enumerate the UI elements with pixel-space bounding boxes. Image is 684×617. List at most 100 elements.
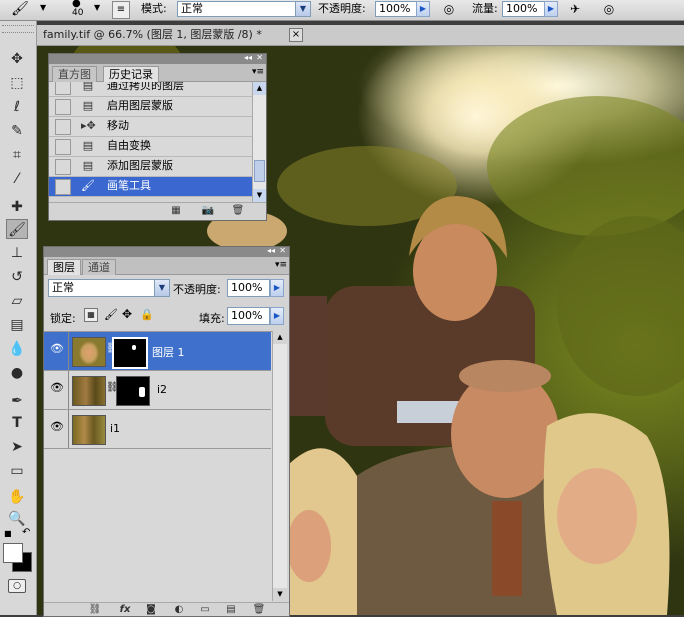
mode-dropdown-icon[interactable]: ▼: [295, 1, 311, 17]
lock-pixels-icon[interactable]: 🖌: [104, 308, 118, 321]
toolbox-grip[interactable]: [2, 25, 34, 33]
snapshot-source-checkbox[interactable]: [55, 82, 71, 95]
lock-transparency-icon[interactable]: ▦: [84, 308, 98, 322]
shape-tool-icon[interactable]: ▭: [6, 461, 28, 481]
clone-stamp-tool-icon[interactable]: ⊥: [6, 243, 28, 263]
history-item[interactable]: ▤ 通过拷贝的图层: [49, 82, 252, 97]
collapse-icon[interactable]: ◂◂: [267, 246, 275, 255]
path-selection-tool-icon[interactable]: ➤: [6, 437, 28, 457]
quick-mask-icon[interactable]: ○: [8, 579, 26, 593]
default-colors-icon[interactable]: ■: [4, 529, 12, 538]
brush-tool-icon[interactable]: 🖌: [6, 219, 28, 239]
healing-brush-tool-icon[interactable]: ✚: [6, 197, 28, 217]
snapshot-source-checkbox[interactable]: [55, 119, 71, 135]
close-panel-icon[interactable]: ✕: [279, 246, 286, 255]
layer-opacity-input[interactable]: 100%: [227, 279, 270, 297]
tab-history[interactable]: 历史记录: [103, 66, 159, 82]
layers-scrollbar[interactable]: ▲ ▼: [272, 331, 287, 601]
blend-mode-dropdown-icon[interactable]: ▼: [154, 279, 170, 297]
opacity-pressure-icon[interactable]: ◎: [440, 1, 458, 18]
scroll-up-icon[interactable]: ▲: [253, 82, 266, 95]
eraser-tool-icon[interactable]: ▱: [6, 291, 28, 311]
lock-all-icon[interactable]: 🔒: [140, 308, 154, 321]
hand-tool-icon[interactable]: ✋: [6, 487, 28, 507]
foreground-color-swatch[interactable]: [3, 543, 23, 563]
layer-opacity-slider-icon[interactable]: ▶: [270, 279, 284, 297]
move-tool-icon[interactable]: ✥: [6, 49, 28, 69]
eye-icon[interactable]: 👁: [50, 342, 64, 356]
blur-tool-icon[interactable]: 💧: [6, 339, 28, 359]
opacity-input[interactable]: 100%: [375, 1, 418, 17]
layer-name[interactable]: i1: [110, 422, 120, 435]
snapshot-source-checkbox[interactable]: [55, 159, 71, 175]
layer-thumbnail[interactable]: [72, 415, 106, 445]
document-tab[interactable]: family.tif @ 66.7% (图层 1, 图层蒙版 /8) *: [43, 27, 262, 43]
crop-tool-icon[interactable]: ⌗: [6, 145, 28, 165]
snapshot-source-checkbox[interactable]: [55, 139, 71, 155]
panel-menu-icon[interactable]: ▾≡: [252, 67, 264, 77]
layer-row[interactable]: 👁 i1: [44, 410, 271, 449]
layer-row[interactable]: 👁 ⛓ 图层 1: [44, 332, 271, 371]
zoom-tool-icon[interactable]: 🔍: [6, 509, 28, 529]
scroll-up-icon[interactable]: ▲: [273, 331, 287, 344]
flow-pressure-icon[interactable]: ◎: [600, 1, 618, 18]
eyedropper-tool-icon[interactable]: ⁄: [6, 169, 28, 189]
history-panel-titlebar[interactable]: ◂◂ ✕: [49, 53, 266, 64]
layer-row[interactable]: 👁 ⛓ i2: [44, 371, 271, 410]
flow-input[interactable]: 100%: [502, 1, 545, 17]
collapse-icon[interactable]: ◂◂: [244, 53, 252, 62]
history-scrollbar[interactable]: ▲ ▼: [252, 82, 266, 202]
tab-layers[interactable]: 图层: [47, 259, 81, 275]
type-tool-icon[interactable]: T: [6, 413, 28, 433]
scroll-down-icon[interactable]: ▼: [273, 588, 287, 601]
tab-histogram[interactable]: 直方图: [52, 66, 97, 82]
scroll-thumb[interactable]: [254, 160, 265, 182]
new-document-from-state-icon[interactable]: ▦: [167, 204, 185, 218]
brush-picker-dropdown-icon[interactable]: ▼: [94, 3, 100, 12]
brush-panel-toggle-icon[interactable]: ≡: [112, 1, 130, 19]
opacity-slider-icon[interactable]: ▶: [416, 1, 430, 17]
pen-tool-icon[interactable]: ✒: [6, 391, 28, 411]
brush-tool-icon[interactable]: 🖌: [8, 1, 32, 18]
layer-thumbnail[interactable]: [72, 337, 106, 367]
trash-icon[interactable]: 🗑: [229, 204, 247, 218]
layer-name[interactable]: 图层 1: [152, 344, 185, 360]
layer-mask-thumbnail[interactable]: [116, 376, 150, 406]
lock-position-icon[interactable]: ✥: [122, 307, 132, 321]
blend-mode-select[interactable]: 正常: [48, 279, 157, 297]
mode-select[interactable]: 正常: [177, 1, 299, 17]
gradient-tool-icon[interactable]: ▤: [6, 315, 28, 335]
tool-preset-dropdown-icon[interactable]: ▼: [40, 3, 46, 12]
toolbox: ✥ ⬚ ℓ ✎ ⌗ ⁄ ✚ 🖌 ⊥ ↺ ▱ ▤ 💧 ● ✒ T ➤ ▭ ✋ 🔍 …: [0, 21, 37, 615]
history-item-selected[interactable]: 🖌 画笔工具: [49, 177, 252, 197]
flow-slider-icon[interactable]: ▶: [544, 1, 558, 17]
layer-thumbnail[interactable]: [72, 376, 106, 406]
airbrush-icon[interactable]: ✈: [566, 1, 584, 18]
layers-panel-titlebar[interactable]: ◂◂ ✕: [44, 246, 289, 257]
close-tab-icon[interactable]: ×: [289, 28, 303, 42]
swap-colors-icon[interactable]: ↶: [22, 527, 30, 538]
snapshot-source-checkbox[interactable]: [55, 99, 71, 115]
history-brush-tool-icon[interactable]: ↺: [6, 267, 28, 287]
new-snapshot-icon[interactable]: 📷: [199, 204, 217, 218]
tab-channels[interactable]: 通道: [82, 259, 116, 275]
layer-name[interactable]: i2: [157, 383, 167, 396]
layer-mask-thumbnail[interactable]: [112, 337, 148, 369]
layers-tab-row: 图层 通道 ▾≡: [44, 257, 289, 275]
marquee-tool-icon[interactable]: ⬚: [6, 73, 28, 93]
history-item[interactable]: ▤ 启用图层蒙版: [49, 97, 252, 117]
history-item[interactable]: ▤ 自由变换: [49, 137, 252, 157]
eye-icon[interactable]: 👁: [50, 420, 64, 434]
dodge-tool-icon[interactable]: ●: [6, 363, 28, 383]
panel-menu-icon[interactable]: ▾≡: [275, 260, 287, 270]
fill-slider-icon[interactable]: ▶: [270, 307, 284, 325]
history-item[interactable]: ▤ 添加图层蒙版: [49, 157, 252, 177]
fill-input[interactable]: 100%: [227, 307, 270, 325]
eye-icon[interactable]: 👁: [50, 381, 64, 395]
scroll-down-icon[interactable]: ▼: [253, 189, 266, 202]
quick-select-tool-icon[interactable]: ✎: [6, 121, 28, 141]
close-panel-icon[interactable]: ✕: [256, 53, 263, 62]
snapshot-source-checkbox[interactable]: [55, 179, 71, 195]
lasso-tool-icon[interactable]: ℓ: [6, 97, 28, 117]
history-item[interactable]: ▸✥ 移动: [49, 117, 252, 137]
